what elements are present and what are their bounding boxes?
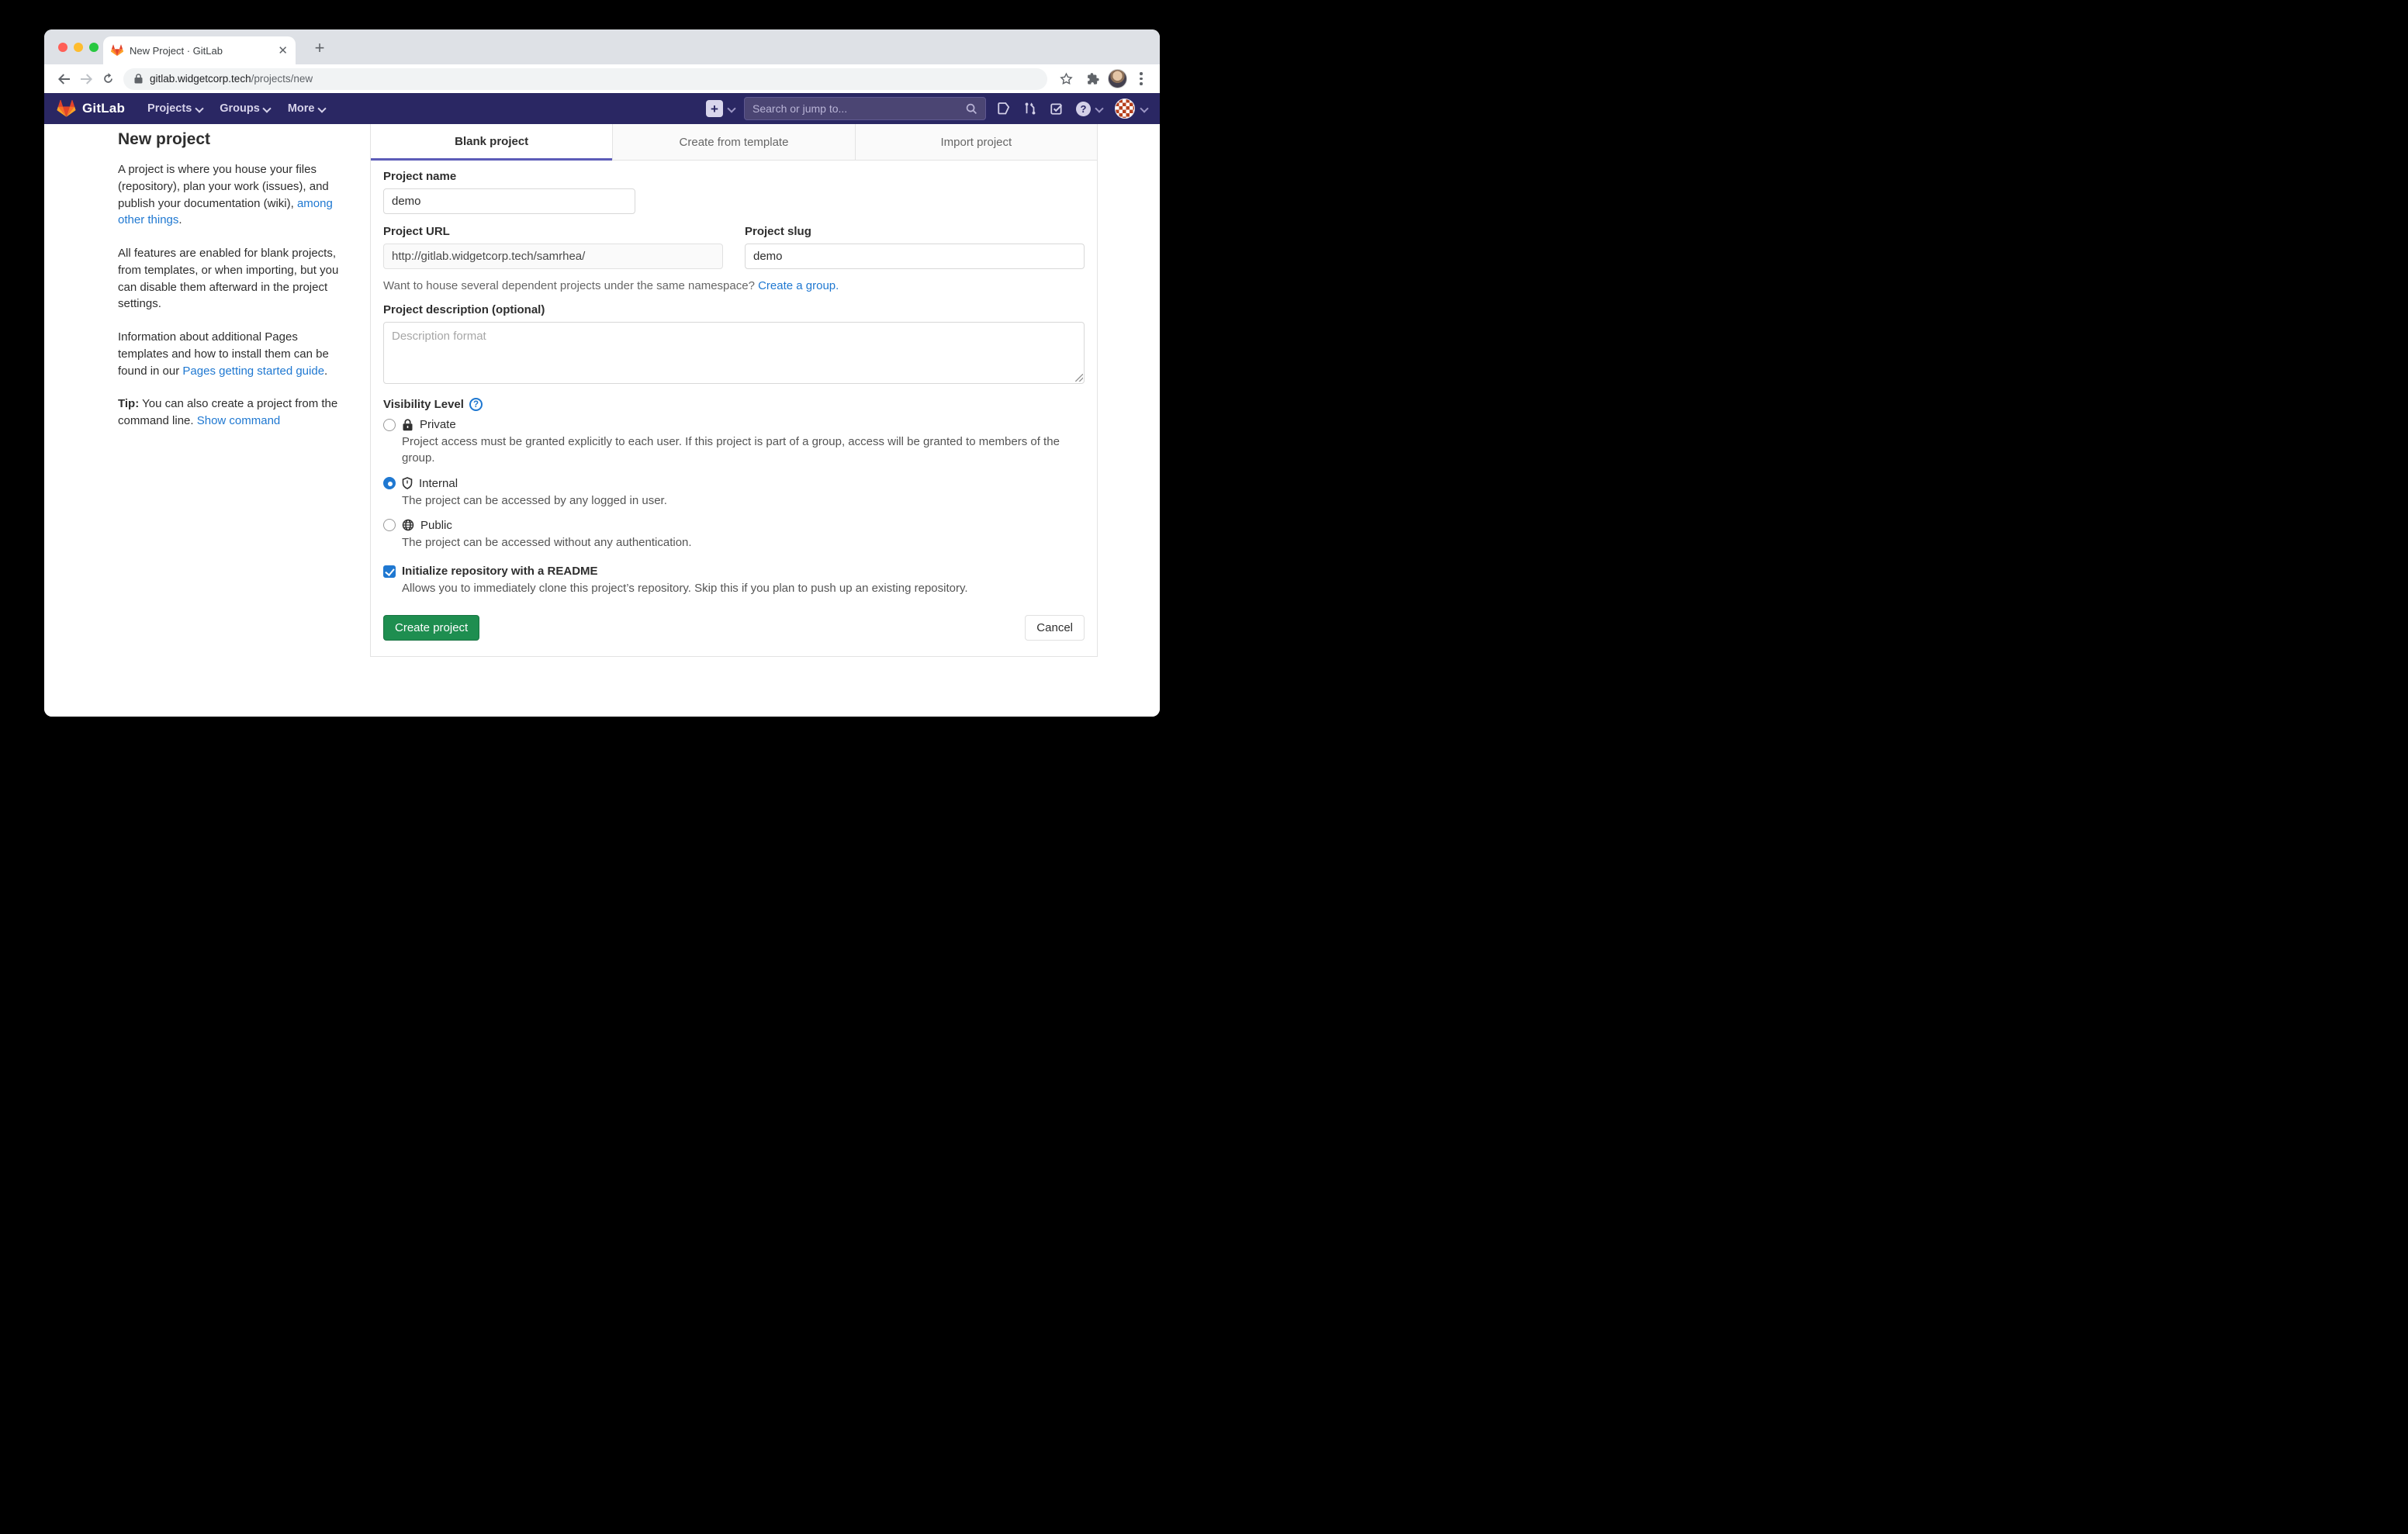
gitlab-navbar: GitLab Projects Groups More + Search or … <box>44 93 1160 124</box>
resize-grip-icon[interactable] <box>1075 374 1083 382</box>
features-paragraph: All features are enabled for blank proje… <box>118 245 341 313</box>
url-path: /projects/new <box>251 73 313 85</box>
lock-icon <box>134 74 143 84</box>
project-description-textarea[interactable] <box>383 322 1085 384</box>
visibility-option-public: Public The project can be accessed witho… <box>383 519 1085 551</box>
namespace-hint: Want to house several dependent projects… <box>383 279 1085 292</box>
address-bar[interactable]: gitlab.widgetcorp.tech/projects/new <box>123 68 1047 90</box>
forward-icon[interactable] <box>75 68 97 90</box>
merge-request-icon[interactable] <box>1023 102 1037 116</box>
user-avatar <box>1115 98 1135 119</box>
readme-label[interactable]: Initialize repository with a README <box>402 565 598 578</box>
project-slug-input[interactable] <box>745 244 1085 269</box>
browser-window: New Project · GitLab ✕ + gitlab.widgetco… <box>44 29 1160 717</box>
readme-checkbox[interactable] <box>383 565 396 578</box>
project-url-label: Project URL <box>383 225 723 238</box>
private-label[interactable]: Private <box>420 418 456 431</box>
minimize-window-button[interactable] <box>74 43 83 52</box>
public-radio[interactable] <box>383 519 396 531</box>
chevron-down-icon <box>1095 105 1102 112</box>
private-description: Project access must be granted explicitl… <box>402 434 1078 467</box>
shield-icon <box>402 477 413 489</box>
gitlab-brand-text: GitLab <box>82 101 125 116</box>
new-tab-button[interactable]: + <box>308 36 331 60</box>
tab-blank-project[interactable]: Blank project <box>371 124 612 161</box>
issues-icon[interactable] <box>997 102 1011 116</box>
public-description: The project can be accessed without any … <box>402 534 1078 551</box>
public-label[interactable]: Public <box>420 519 452 532</box>
sidebar-info-column: New project A project is where you house… <box>118 130 341 446</box>
tip-paragraph: Tip: You can also create a project from … <box>118 396 341 430</box>
browser-tab-strip: New Project · GitLab ✕ + <box>44 29 1160 64</box>
readme-description: Allows you to immediately clone this pro… <box>402 580 1078 596</box>
chevron-down-icon <box>264 105 271 112</box>
browser-tab[interactable]: New Project · GitLab ✕ <box>103 36 296 64</box>
create-project-button[interactable]: Create project <box>383 615 479 641</box>
nav-menu-projects[interactable]: Projects <box>139 93 211 124</box>
cancel-button[interactable]: Cancel <box>1025 615 1085 641</box>
user-menu[interactable] <box>1115 98 1147 119</box>
page-title: New project <box>118 130 341 149</box>
project-url-input[interactable] <box>383 244 723 269</box>
new-project-panel: Blank project Create from template Impor… <box>370 124 1098 657</box>
chevron-down-icon <box>318 105 325 112</box>
internal-label[interactable]: Internal <box>419 477 458 490</box>
extensions-puzzle-icon[interactable] <box>1081 68 1103 90</box>
tab-import-project[interactable]: Import project <box>855 124 1097 161</box>
chevron-down-icon <box>1140 105 1147 112</box>
plus-icon: + <box>706 100 723 117</box>
chevron-down-icon <box>195 105 202 112</box>
pages-guide-link[interactable]: Pages getting started guide <box>182 364 324 378</box>
nav-menu-more[interactable]: More <box>279 93 334 124</box>
project-name-input[interactable] <box>383 188 635 214</box>
page-content: New project A project is where you house… <box>44 124 1160 717</box>
gitlab-logo[interactable]: GitLab <box>57 99 125 118</box>
chevron-down-icon <box>728 105 735 112</box>
gitlab-favicon <box>111 44 123 57</box>
window-controls <box>58 43 99 52</box>
url-domain: gitlab.widgetcorp.tech <box>150 73 251 85</box>
browser-profile-avatar[interactable] <box>1108 69 1127 88</box>
todo-check-icon[interactable] <box>1050 102 1064 116</box>
help-icon: ? <box>1076 102 1091 116</box>
tab-title: New Project · GitLab <box>130 45 272 57</box>
tab-create-from-template[interactable]: Create from template <box>612 124 854 161</box>
visibility-level-label: Visibility Level <box>383 398 464 411</box>
lock-icon <box>402 419 413 431</box>
create-group-link[interactable]: Create a group. <box>758 279 839 292</box>
search-input[interactable]: Search or jump to... <box>744 97 986 120</box>
project-description-label: Project description (optional) <box>383 303 1085 316</box>
project-type-tabs: Blank project Create from template Impor… <box>371 124 1097 161</box>
nav-menu-groups[interactable]: Groups <box>211 93 279 124</box>
globe-icon <box>402 519 414 531</box>
back-icon[interactable] <box>54 68 75 90</box>
project-name-label: Project name <box>383 170 1085 183</box>
tab-close-icon[interactable]: ✕ <box>278 45 288 57</box>
tanuki-icon <box>57 99 76 118</box>
help-menu[interactable]: ? <box>1076 102 1102 116</box>
pages-paragraph: Information about additional Pages templ… <box>118 329 341 379</box>
internal-radio[interactable] <box>383 477 396 489</box>
fullscreen-window-button[interactable] <box>89 43 99 52</box>
reload-icon[interactable] <box>97 68 119 90</box>
search-icon <box>966 103 977 115</box>
visibility-help-icon[interactable]: ? <box>469 398 483 411</box>
internal-description: The project can be accessed by any logge… <box>402 492 1078 509</box>
close-window-button[interactable] <box>58 43 67 52</box>
project-slug-label: Project slug <box>745 225 1085 238</box>
private-radio[interactable] <box>383 419 396 431</box>
browser-menu-icon[interactable] <box>1132 72 1150 85</box>
intro-paragraph: A project is where you house your files … <box>118 161 341 229</box>
search-placeholder: Search or jump to... <box>752 102 966 115</box>
visibility-option-private: Private Project access must be granted e… <box>383 418 1085 467</box>
browser-toolbar: gitlab.widgetcorp.tech/projects/new <box>44 64 1160 93</box>
new-item-dropdown[interactable]: + <box>706 100 735 117</box>
visibility-option-internal: Internal The project can be accessed by … <box>383 477 1085 509</box>
bookmark-star-icon[interactable] <box>1055 68 1077 90</box>
show-command-link[interactable]: Show command <box>197 414 281 427</box>
